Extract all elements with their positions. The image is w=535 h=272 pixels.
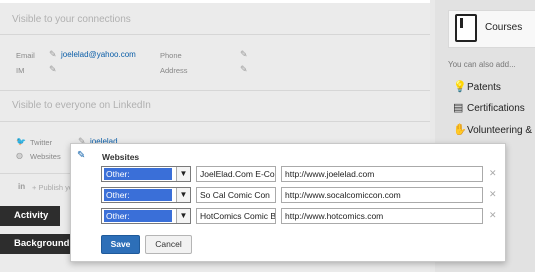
- sidebar-item-label: Patents: [467, 82, 501, 93]
- courses-label[interactable]: Courses: [485, 22, 522, 33]
- sidebar-item-certifications[interactable]: ▤ Certifications: [453, 101, 525, 114]
- cancel-button[interactable]: Cancel: [145, 235, 192, 254]
- sidebar-item-volunteering[interactable]: ✋Volunteering &: [453, 123, 532, 136]
- website-url-input[interactable]: http://www.joelelad.com: [281, 166, 483, 182]
- chevron-down-icon[interactable]: ▼: [176, 167, 190, 181]
- phone-label: Phone: [160, 51, 182, 60]
- sidebar-item-label: Volunteering &: [467, 125, 533, 136]
- twitter-icon: 🐦: [16, 137, 26, 146]
- select-value: Other:: [104, 210, 172, 222]
- activity-button[interactable]: Activity: [0, 206, 60, 226]
- sidebar-item-patents[interactable]: 💡Patents: [453, 80, 501, 93]
- connections-section-title: Visible to your connections: [12, 14, 131, 25]
- book-icon: [455, 14, 477, 42]
- address-label: Address: [160, 66, 188, 75]
- modal-title: Websites: [102, 152, 140, 162]
- background-button[interactable]: Background: [0, 234, 80, 254]
- select-value: Other:: [104, 189, 172, 201]
- website-name-input[interactable]: HotComics Comic B: [196, 208, 276, 224]
- pencil-icon[interactable]: ✎: [240, 65, 248, 74]
- website-type-select[interactable]: Other: ▼: [101, 187, 191, 203]
- email-label: Email: [16, 51, 35, 60]
- pencil-icon[interactable]: ✎: [240, 50, 248, 59]
- website-url-input[interactable]: http://www.socalcomiccon.com: [281, 187, 483, 203]
- certificate-icon: ▤: [453, 102, 464, 114]
- twitter-label: Twitter: [30, 138, 53, 147]
- linkedin-icon: in: [18, 182, 26, 191]
- im-label: IM: [16, 66, 25, 75]
- website-type-select[interactable]: Other: ▼: [101, 208, 191, 224]
- divider: [0, 121, 430, 122]
- also-add-heading: You can also add...: [448, 60, 516, 69]
- websites-label: Websites: [30, 152, 61, 161]
- hand-icon: ✋: [453, 124, 467, 136]
- websites-edit-modal: ✎ Websites Other: ▼ JoelElad.Com E-Co ht…: [70, 143, 506, 262]
- pencil-icon: ✎: [77, 150, 86, 161]
- chevron-down-icon[interactable]: ▼: [176, 188, 190, 202]
- sidebar-item-label: Certifications: [467, 103, 525, 114]
- top-strip: [0, 0, 430, 3]
- globe-icon: ◍: [16, 151, 23, 160]
- close-icon[interactable]: ✕: [489, 189, 497, 200]
- website-name-input[interactable]: JoelElad.Com E-Co: [196, 166, 276, 182]
- divider: [0, 90, 430, 91]
- website-type-select[interactable]: Other: ▼: [101, 166, 191, 182]
- close-icon[interactable]: ✕: [489, 210, 497, 221]
- close-icon[interactable]: ✕: [489, 168, 497, 179]
- website-url-input[interactable]: http://www.hotcomics.com: [281, 208, 483, 224]
- select-value: Other:: [104, 168, 172, 180]
- public-section-title: Visible to everyone on LinkedIn: [12, 100, 151, 111]
- bulb-icon: 💡: [453, 81, 467, 93]
- divider: [0, 34, 430, 35]
- website-name-input[interactable]: So Cal Comic Con: [196, 187, 276, 203]
- chevron-down-icon[interactable]: ▼: [176, 209, 190, 223]
- save-button[interactable]: Save: [101, 235, 140, 254]
- email-value[interactable]: joelelad@yahoo.com: [61, 50, 136, 59]
- pencil-icon[interactable]: ✎: [49, 65, 57, 74]
- pencil-icon[interactable]: ✎: [49, 50, 57, 59]
